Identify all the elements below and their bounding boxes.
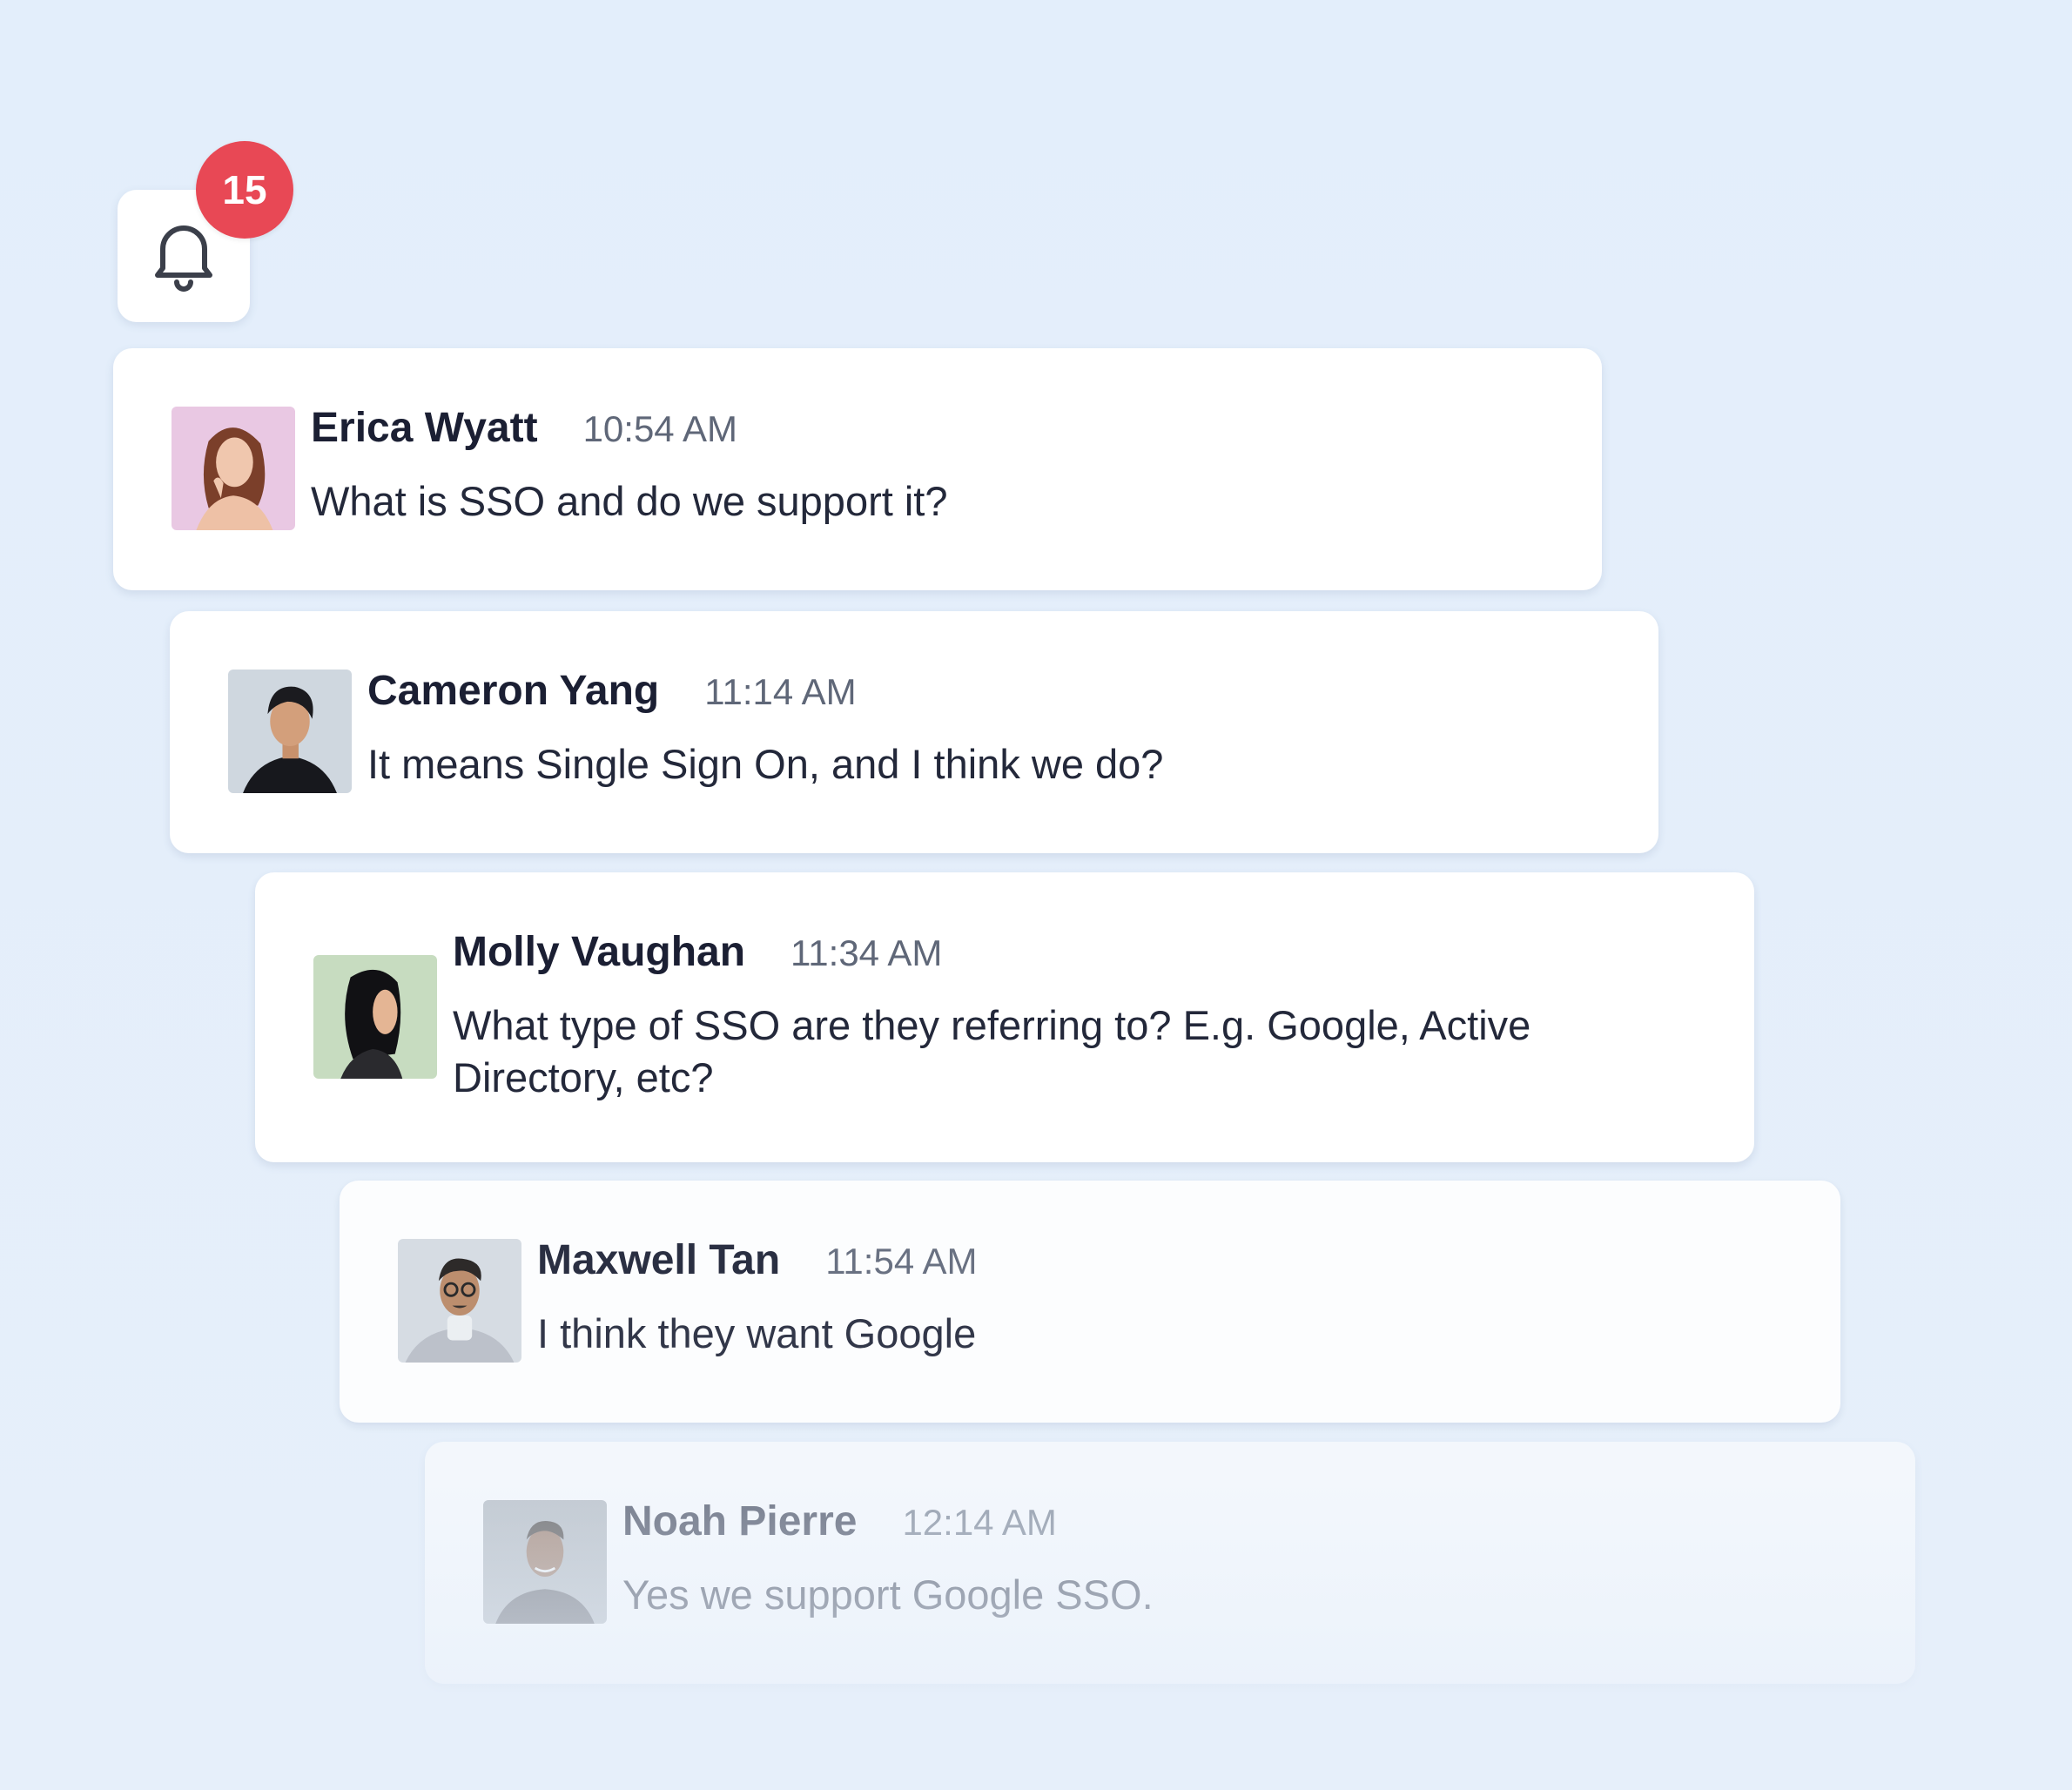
- message-text: What is SSO and do we support it?: [311, 478, 948, 524]
- avatar: [172, 407, 295, 530]
- message-text: I think they want Google: [537, 1310, 977, 1356]
- sender-name: Cameron Yang: [367, 668, 660, 714]
- message-time: 11:14 AM: [704, 671, 857, 712]
- message-card[interactable]: Noah Pierre 12:14 AM Yes we support Goog…: [425, 1442, 1915, 1684]
- message-time: 12:14 AM: [902, 1502, 1057, 1543]
- avatar: [483, 1500, 607, 1624]
- sender-name: Noah Pierre: [622, 1498, 858, 1544]
- message-text: What type of SSO are they referring to? …: [453, 1002, 1531, 1100]
- sender-name: Molly Vaughan: [453, 929, 746, 975]
- message-card[interactable]: Erica Wyatt 10:54 AM What is SSO and do …: [113, 348, 1602, 590]
- message-text: Yes we support Google SSO.: [622, 1571, 1154, 1618]
- message-card[interactable]: Molly Vaughan 11:34 AM What type of SSO …: [255, 872, 1754, 1162]
- message-card[interactable]: Cameron Yang 11:14 AM It means Single Si…: [170, 611, 1658, 853]
- avatar: [228, 670, 352, 793]
- message-card[interactable]: Maxwell Tan 11:54 AM I think they want G…: [340, 1181, 1840, 1423]
- message-time: 10:54 AM: [582, 408, 738, 449]
- sender-name: Erica Wyatt: [311, 405, 538, 451]
- message-text: It means Single Sign On, and I think we …: [367, 741, 1164, 787]
- notification-count-badge: 15: [196, 141, 293, 239]
- message-time: 11:54 AM: [825, 1241, 978, 1282]
- avatar: [313, 955, 437, 1079]
- message-time: 11:34 AM: [790, 932, 943, 973]
- avatar: [398, 1239, 521, 1363]
- sender-name: Maxwell Tan: [537, 1237, 781, 1283]
